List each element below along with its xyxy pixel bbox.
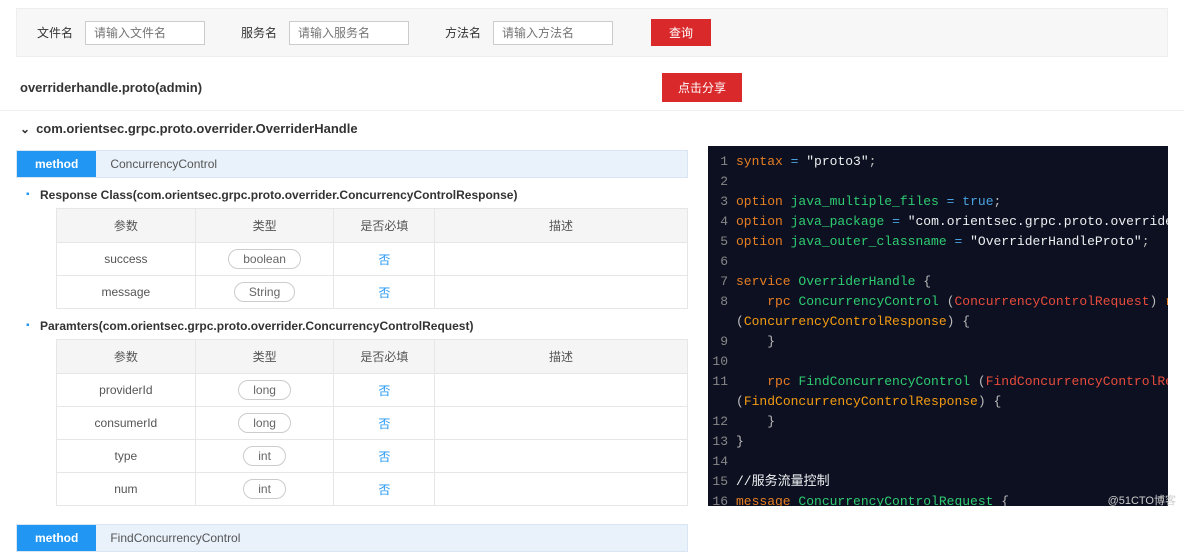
code-line: 9 }: [708, 332, 1168, 352]
param-type: int: [195, 440, 334, 473]
param-required: 否: [334, 473, 435, 506]
param-required: 否: [334, 440, 435, 473]
param-required: 否: [334, 276, 435, 309]
code-line: (FindConcurrencyControlResponse) {: [708, 392, 1168, 412]
response-table: 参数 类型 是否必填 描述 successboolean否messageStri…: [56, 208, 688, 309]
code-line: 10: [708, 352, 1168, 372]
param-desc: [435, 473, 687, 506]
service-input[interactable]: [289, 21, 409, 45]
code-line: 14: [708, 452, 1168, 472]
param-desc: [435, 407, 687, 440]
col-param: 参数: [57, 209, 196, 243]
search-bar: 文件名 服务名 方法名 查询: [16, 8, 1168, 57]
code-line: 13}: [708, 432, 1168, 452]
param-name: success: [57, 243, 196, 276]
col-desc: 描述: [435, 340, 687, 374]
param-required: 否: [334, 243, 435, 276]
param-type: String: [195, 276, 334, 309]
col-type: 类型: [195, 340, 334, 374]
param-desc: [435, 243, 687, 276]
request-table: 参数 类型 是否必填 描述 providerIdlong否consumerIdl…: [56, 339, 688, 506]
method-badge: method: [17, 151, 96, 177]
code-line: 3option java_multiple_files = true;: [708, 192, 1168, 212]
method-header-1[interactable]: method ConcurrencyControl: [16, 150, 688, 178]
param-desc: [435, 276, 687, 309]
code-line: 11 rpc FindConcurrencyControl (FindConcu…: [708, 372, 1168, 392]
col-required: 是否必填: [334, 340, 435, 374]
param-type: long: [195, 407, 334, 440]
code-line: 7service OverriderHandle {: [708, 272, 1168, 292]
service-name: com.orientsec.grpc.proto.overrider.Overr…: [36, 121, 358, 136]
code-line: 4option java_package = "com.orientsec.gr…: [708, 212, 1168, 232]
param-required: 否: [334, 407, 435, 440]
table-row: consumerIdlong否: [57, 407, 688, 440]
file-label: 文件名: [37, 24, 73, 41]
file-input[interactable]: [85, 21, 205, 45]
title-row: overriderhandle.proto(admin) 点击分享: [0, 65, 1184, 111]
col-desc: 描述: [435, 209, 687, 243]
response-title: Response Class(com.orientsec.grpc.proto.…: [16, 178, 688, 208]
table-row: successboolean否: [57, 243, 688, 276]
param-name: consumerId: [57, 407, 196, 440]
param-name: providerId: [57, 374, 196, 407]
method-label: 方法名: [445, 24, 481, 41]
code-line: 5option java_outer_classname = "Override…: [708, 232, 1168, 252]
method-badge: method: [17, 525, 96, 551]
code-line: (ConcurrencyControlResponse) {: [708, 312, 1168, 332]
col-required: 是否必填: [334, 209, 435, 243]
param-required: 否: [334, 374, 435, 407]
request-title: Paramters(com.orientsec.grpc.proto.overr…: [16, 309, 688, 339]
code-line: 6: [708, 252, 1168, 272]
param-name: message: [57, 276, 196, 309]
param-type: int: [195, 473, 334, 506]
param-type: long: [195, 374, 334, 407]
method-header-2[interactable]: method FindConcurrencyControl: [16, 524, 688, 552]
col-type: 类型: [195, 209, 334, 243]
page-title: overriderhandle.proto(admin): [20, 80, 202, 95]
param-desc: [435, 440, 687, 473]
code-line: 12 }: [708, 412, 1168, 432]
chevron-down-icon: ⌄: [20, 122, 30, 136]
watermark: @51CTO博客: [1108, 492, 1176, 508]
method-name: ConcurrencyControl: [96, 151, 231, 177]
table-row: typeint否: [57, 440, 688, 473]
table-row: numint否: [57, 473, 688, 506]
col-param: 参数: [57, 340, 196, 374]
param-desc: [435, 374, 687, 407]
code-line: 2: [708, 172, 1168, 192]
code-line: 8 rpc ConcurrencyControl (ConcurrencyCon…: [708, 292, 1168, 312]
param-name: type: [57, 440, 196, 473]
query-button[interactable]: 查询: [651, 19, 711, 46]
param-name: num: [57, 473, 196, 506]
method-name: FindConcurrencyControl: [96, 525, 254, 551]
method-input[interactable]: [493, 21, 613, 45]
service-label: 服务名: [241, 24, 277, 41]
code-line: 15//服务流量控制: [708, 472, 1168, 492]
table-row: providerIdlong否: [57, 374, 688, 407]
table-row: messageString否: [57, 276, 688, 309]
code-line: 1syntax = "proto3";: [708, 152, 1168, 172]
docs-panel: method ConcurrencyControl Response Class…: [16, 146, 688, 552]
service-row[interactable]: ⌄ com.orientsec.grpc.proto.overrider.Ove…: [0, 111, 1184, 146]
param-type: boolean: [195, 243, 334, 276]
share-button[interactable]: 点击分享: [662, 73, 742, 102]
code-line: 16message ConcurrencyControlRequest {: [708, 492, 1168, 506]
code-panel[interactable]: 1syntax = "proto3";23option java_multipl…: [708, 146, 1168, 506]
